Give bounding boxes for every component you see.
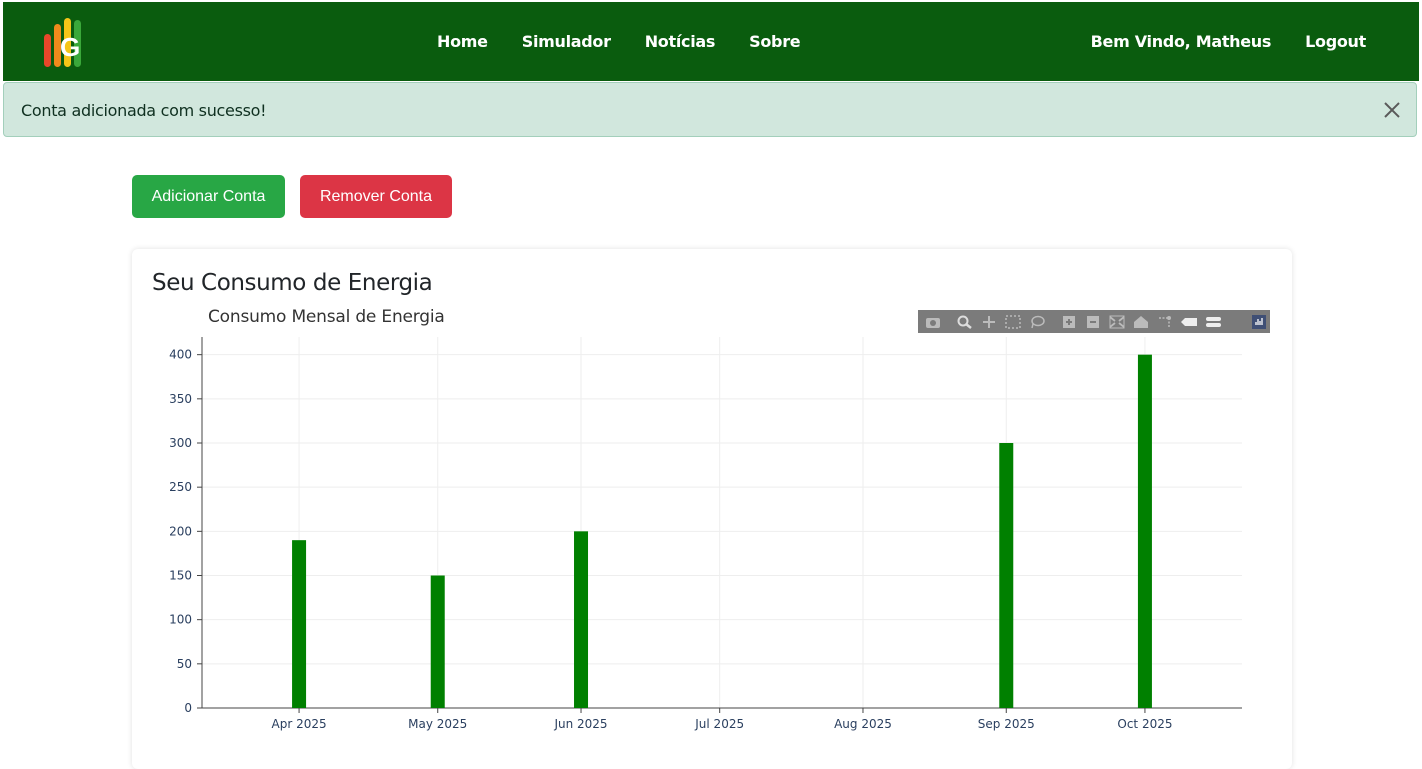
svg-text:G: G (60, 32, 80, 62)
nav-noticias[interactable]: Notícias (645, 32, 716, 51)
alert-message: Conta adicionada com sucesso! (21, 101, 267, 120)
logo-icon[interactable]: G (41, 16, 91, 70)
add-account-button[interactable]: Adicionar Conta (132, 175, 285, 218)
x-tick-label: Oct 2025 (1117, 717, 1172, 731)
y-tick-label: 150 (169, 569, 192, 583)
x-tick-label: Aug 2025 (834, 717, 892, 731)
x-tick-label: Jul 2025 (694, 717, 744, 731)
y-tick-label: 100 (169, 613, 192, 627)
x-tick-label: May 2025 (408, 717, 467, 731)
remove-account-button[interactable]: Remover Conta (300, 175, 452, 218)
close-icon[interactable] (1382, 100, 1402, 120)
x-tick-label: Jun 2025 (553, 717, 607, 731)
nav-sobre[interactable]: Sobre (749, 32, 801, 51)
success-alert: Conta adicionada com sucesso! (3, 82, 1417, 137)
x-tick-label: Apr 2025 (272, 717, 327, 731)
navbar: G Home Simulador Notícias Sobre Bem Vind… (3, 2, 1419, 81)
bar-chart: 0 50 100 150 200 250 300 350 400 Apr 2025 May 2025… (169, 337, 1242, 731)
y-tick-label: 50 (177, 657, 192, 671)
bar (999, 443, 1014, 708)
y-tick-label: 350 (169, 392, 192, 406)
x-tick-label: Sep 2025 (978, 717, 1035, 731)
nav-home[interactable]: Home (437, 32, 488, 51)
consumption-card: Seu Consumo de Energia Consumo Mensal de… (132, 249, 1292, 769)
y-tick-label: 0 (184, 701, 192, 715)
y-tick-label: 300 (169, 436, 192, 450)
welcome-user[interactable]: Bem Vindo, Matheus (1091, 32, 1272, 51)
bar (292, 540, 307, 708)
y-tick-label: 250 (169, 480, 192, 494)
bar (1137, 354, 1152, 708)
y-tick-label: 200 (169, 524, 192, 538)
nav-simulador[interactable]: Simulador (522, 32, 611, 51)
y-tick-label: 400 (169, 348, 192, 362)
bar (430, 575, 445, 708)
logout-link[interactable]: Logout (1305, 32, 1366, 51)
bar (574, 531, 589, 708)
